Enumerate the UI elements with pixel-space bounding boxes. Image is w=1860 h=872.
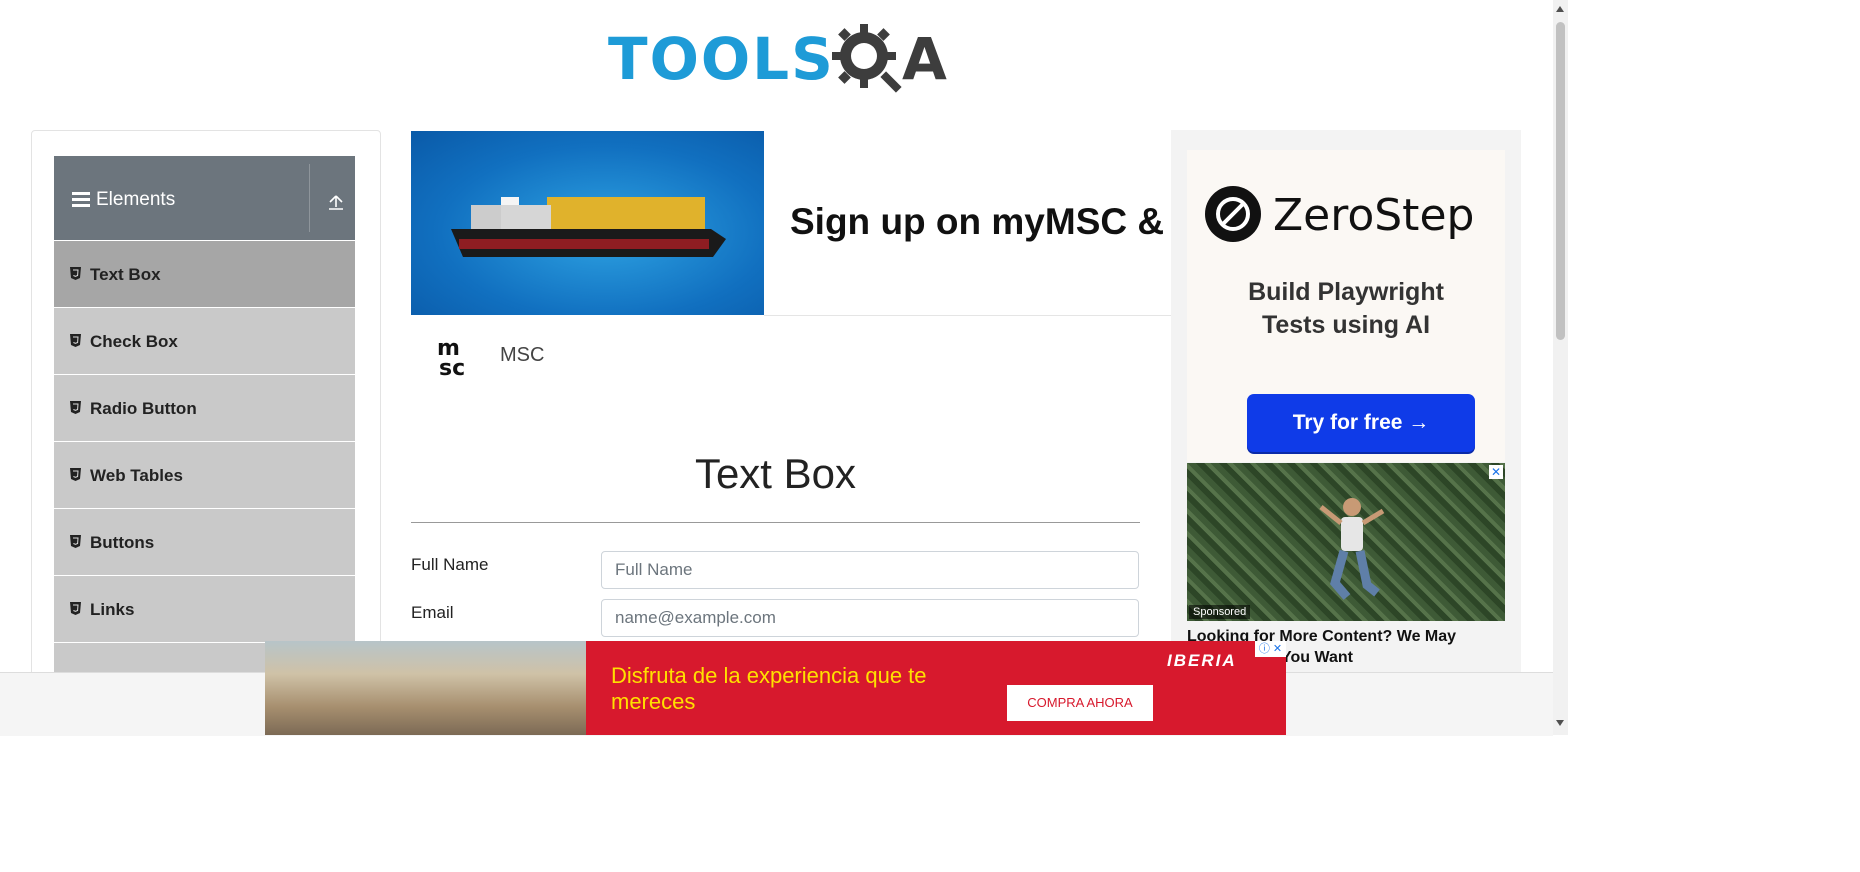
html5-icon xyxy=(70,401,81,414)
page-title: Text Box xyxy=(694,450,857,497)
zerostep-tagline: Build Playwright Tests using AI xyxy=(1187,276,1505,342)
toolsqa-logo[interactable]: TOOLS A xyxy=(608,14,948,98)
try-for-free-button[interactable]: Try for free → xyxy=(1247,394,1475,452)
adchoices-icon[interactable]: ⓘ ✕ xyxy=(1255,641,1286,657)
sponsored-badge: Sponsored xyxy=(1189,605,1251,619)
title-divider xyxy=(411,522,1140,523)
html5-icon xyxy=(70,468,81,481)
elements-group-header[interactable]: Elements xyxy=(54,156,355,240)
logo-a: A xyxy=(902,25,947,93)
msc-logo-icon: m sc xyxy=(437,336,465,377)
sidebar-item-text-box[interactable]: Text Box xyxy=(54,241,355,308)
zerostep-logo-icon xyxy=(1205,186,1261,242)
sidebar-item-buttons[interactable]: Buttons xyxy=(54,509,355,576)
iberia-logo: IBERIA xyxy=(1167,651,1237,670)
sidebar-item-label: Links xyxy=(90,600,135,619)
tagline-line-1: Build Playwright xyxy=(1248,278,1444,306)
svg-text:sc: sc xyxy=(439,356,465,377)
iberia-ad-text: Disfruta de la experiencia que te merece… xyxy=(611,663,927,714)
zerostep-ad[interactable]: ZeroStep Build Playwright Tests using AI… xyxy=(1187,150,1505,462)
html5-icon xyxy=(70,267,81,280)
html5-icon xyxy=(70,535,81,548)
sidebar-item-label: Check Box xyxy=(90,332,178,351)
html5-icon xyxy=(70,602,81,615)
sidebar-item-label: Text Box xyxy=(90,265,161,284)
logo-text: TOOLS xyxy=(608,25,835,93)
full-name-label: Full Name xyxy=(411,555,489,574)
tagline-line-2: Tests using AI xyxy=(1261,311,1431,339)
sidebar-item-label: Buttons xyxy=(90,533,155,552)
msc-banner-ad[interactable]: Sign up on myMSC & B m sc MSC xyxy=(411,131,1201,401)
page-scrollbar[interactable] xyxy=(1553,0,1568,735)
sidebar-item-check-box[interactable]: Check Box xyxy=(54,308,355,375)
compra-ahora-button[interactable]: COMPRA AHORA xyxy=(1007,685,1153,721)
sidebar-item-web-tables[interactable]: Web Tables xyxy=(54,442,355,509)
group-title: Elements xyxy=(96,189,176,210)
email-input[interactable] xyxy=(601,599,1139,637)
collapse-up-icon[interactable] xyxy=(326,192,346,212)
close-icon[interactable]: ✕ xyxy=(1489,465,1503,479)
msc-divider xyxy=(764,315,1171,316)
scroll-down-icon[interactable] xyxy=(1556,720,1564,726)
sidebar-item-radio-button[interactable]: Radio Button xyxy=(54,375,355,442)
html5-icon xyxy=(70,334,81,347)
email-label: Email xyxy=(411,603,454,622)
scroll-thumb[interactable] xyxy=(1556,22,1565,340)
gear-magnifier-icon xyxy=(832,24,902,93)
iberia-ad[interactable]: Disfruta de la experiencia que te merece… xyxy=(265,641,1286,735)
sidebar-item-label: Radio Button xyxy=(90,399,197,418)
msc-advertiser-name: MSC xyxy=(500,344,545,366)
sidebar-item-label: Web Tables xyxy=(90,466,183,485)
sponsored-image[interactable]: ✕ Sponsored xyxy=(1187,463,1505,621)
right-ad-column: ZeroStep Build Playwright Tests using AI… xyxy=(1171,130,1521,675)
container-ship-icon xyxy=(451,197,726,257)
sidebar-item-links[interactable]: Links xyxy=(54,576,355,643)
msc-headline: Sign up on myMSC & B xyxy=(790,201,1202,242)
header-divider xyxy=(309,164,310,232)
person-jumping-image xyxy=(1319,498,1385,600)
hamburger-icon xyxy=(72,192,90,208)
full-name-input[interactable] xyxy=(601,551,1139,589)
sidebar-menu: Text Box Check Box Radio Button Web Tabl… xyxy=(54,241,355,710)
zerostep-brand: ZeroStep xyxy=(1273,190,1475,241)
scroll-up-icon[interactable] xyxy=(1556,6,1564,12)
ship-image xyxy=(411,131,764,315)
city-photo xyxy=(265,641,586,735)
